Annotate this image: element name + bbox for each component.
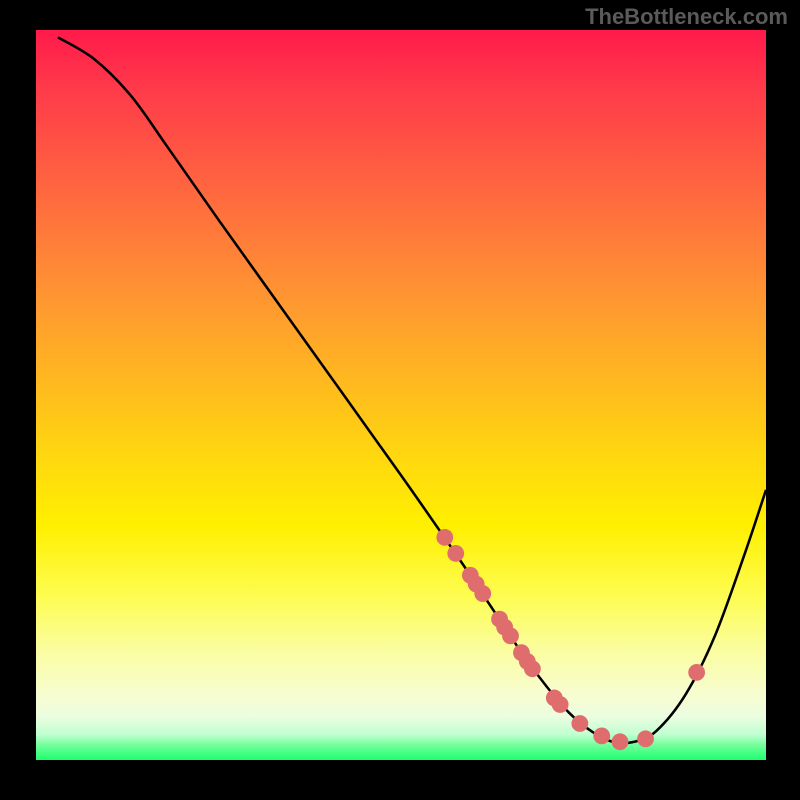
data-dot xyxy=(688,664,705,681)
bottleneck-curve xyxy=(58,37,766,743)
chart-svg xyxy=(36,30,766,760)
data-dot xyxy=(637,730,654,747)
data-dot xyxy=(612,733,629,750)
plot-area xyxy=(36,30,766,760)
data-dot xyxy=(593,728,610,745)
data-dot xyxy=(474,585,491,602)
data-dot xyxy=(447,545,464,562)
data-dot xyxy=(524,660,541,677)
data-dot xyxy=(552,696,569,713)
data-dot xyxy=(571,715,588,732)
watermark-text: TheBottleneck.com xyxy=(585,4,788,30)
data-dot xyxy=(436,529,453,546)
data-dot xyxy=(502,628,519,645)
data-dots xyxy=(436,529,705,750)
